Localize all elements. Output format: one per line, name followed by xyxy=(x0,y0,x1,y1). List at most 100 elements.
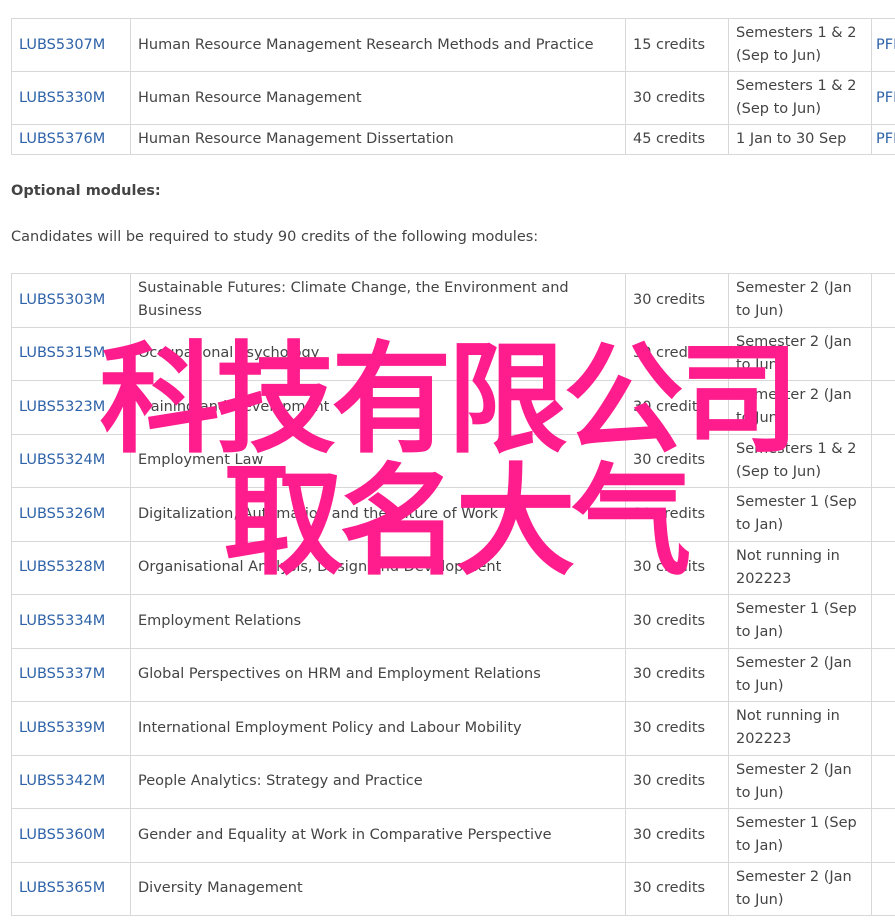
module-semester: Semester 2 (Jan to Jun) xyxy=(728,326,872,381)
module-code-cell: LUBS5376M xyxy=(11,124,131,155)
table-row: LUBS5326M Digitalization, Automation and … xyxy=(11,487,895,542)
module-code-link[interactable]: LUBS5328M xyxy=(19,559,105,575)
title-line: Sustainable Futures: Climate Change, the… xyxy=(138,280,569,297)
table-row: LUBS5376M Human Resource Management Disse… xyxy=(11,124,895,155)
module-title: Occupational Psychology xyxy=(130,326,626,381)
module-code-cell: LUBS5334M xyxy=(11,594,131,649)
module-title: International Employment Policy and Labo… xyxy=(130,701,626,756)
module-code-link[interactable]: LUBS5330M xyxy=(19,90,105,106)
table-row: LUBS5342M People Analytics: Strategy and … xyxy=(11,754,895,809)
module-code-link[interactable]: LUBS5342M xyxy=(19,773,105,789)
module-credits: 45 credits xyxy=(625,124,729,155)
module-credits: 30 credits xyxy=(625,808,729,863)
module-code-link[interactable]: LUBS5323M xyxy=(19,399,105,415)
module-code-link[interactable]: LUBS5337M xyxy=(19,666,105,682)
semester-line: 202223 xyxy=(736,570,792,587)
table-row: LUBS5323M Training and Development 30 cred… xyxy=(11,380,895,435)
table-row: LUBS5334M Employment Relations 30 credits S… xyxy=(11,594,895,649)
module-title: Digitalization, Automation and the Futur… xyxy=(130,487,626,542)
module-credits: 30 credits xyxy=(625,754,729,809)
title-line: Digitalization, Automation and the Futur… xyxy=(138,505,498,522)
table-row: LUBS5328M Organisational Analysis, Design… xyxy=(11,540,895,595)
pfp-cell xyxy=(871,808,895,863)
table-row: LUBS5360M Gender and Equality at Work in … xyxy=(11,808,895,863)
title-line: Training and Development xyxy=(138,398,330,415)
module-credits: 30 credits xyxy=(625,647,729,702)
table-row: LUBS5303M Sustainable Futures: Climate Ch… xyxy=(11,273,895,328)
semester-line: Not running in xyxy=(736,547,840,564)
module-code-link[interactable]: LUBS5303M xyxy=(19,292,105,308)
table-row: LUBS5339M International Employment Policy… xyxy=(11,701,895,756)
pfp-link[interactable]: PFP xyxy=(876,131,895,147)
semester-line: Semester 2 (Jan xyxy=(736,333,852,350)
pfp-cell xyxy=(871,433,895,488)
module-code-link[interactable]: LUBS5376M xyxy=(19,131,105,147)
module-code-link[interactable]: LUBS5334M xyxy=(19,613,105,629)
module-semester: Semester 2 (Jan to Jun) xyxy=(728,380,872,435)
module-semester: Semester 2 (Jan to Jun) xyxy=(728,647,872,702)
module-credits: 15 credits xyxy=(625,18,729,72)
pfp-cell xyxy=(871,594,895,649)
optional-modules-heading: Optional modules: xyxy=(11,183,161,199)
module-semester: 1 Jan to 30 Sep xyxy=(728,124,872,155)
title-line: Global Perspectives on HRM and Employmen… xyxy=(138,666,541,683)
table-row: LUBS5315M Occupational Psychology 30 credi… xyxy=(11,326,895,381)
title-line: Organisational Analysis, Design and Deve… xyxy=(138,559,502,576)
module-title: Training and Development xyxy=(130,380,626,435)
module-credits: 30 credits xyxy=(625,326,729,381)
table-row: LUBS5324M Employment Law 30 credits Semeste… xyxy=(11,433,895,488)
pfp-cell xyxy=(871,647,895,702)
module-semester: Not running in 202223 xyxy=(728,540,872,595)
table-row: LUBS5307M Human Resource Management Resea… xyxy=(11,18,895,72)
title-line: People Analytics: Strategy and Practice xyxy=(138,773,423,790)
module-title: Organisational Analysis, Design and Deve… xyxy=(130,540,626,595)
title-line: Occupational Psychology xyxy=(138,345,320,362)
semester-line: (Sep to Jun) xyxy=(736,101,822,117)
module-title: Employment Law xyxy=(130,433,626,488)
module-code-link[interactable]: LUBS5339M xyxy=(19,720,105,736)
pfp-cell xyxy=(871,540,895,595)
semester-line: to Jun) xyxy=(736,410,784,427)
semester-line: to Jun) xyxy=(736,677,784,694)
module-code-link[interactable]: LUBS5307M xyxy=(19,37,105,53)
pfp-cell xyxy=(871,326,895,381)
module-code-link[interactable]: LUBS5365M xyxy=(19,880,105,896)
pfp-link[interactable]: PFP xyxy=(876,90,895,106)
title-line: Employment Relations xyxy=(138,612,302,629)
semester-line: Semester 2 (Jan xyxy=(736,280,852,297)
table-row: LUBS5337M Global Perspectives on HRM and … xyxy=(11,647,895,702)
module-code-cell: LUBS5315M xyxy=(11,326,131,381)
semester-line: 202223 xyxy=(736,731,792,748)
module-semester: Semester 2 (Jan to Jun) xyxy=(728,861,872,916)
module-semester: Semester 1 (Sep to Jan) xyxy=(728,487,872,542)
semester-line: to Jun) xyxy=(736,784,784,801)
module-title: Human Resource Management Research Metho… xyxy=(130,18,626,72)
semester-line: Semester 2 (Jan xyxy=(736,654,852,671)
pfp-cell: PFP xyxy=(871,71,895,125)
module-code-cell: LUBS5307M xyxy=(11,18,131,72)
module-code-link[interactable]: LUBS5326M xyxy=(19,506,105,522)
semester-line: Not running in xyxy=(736,708,840,725)
module-semester: Semesters 1 & 2 (Sep to Jun) xyxy=(728,433,872,488)
module-code-cell: LUBS5326M xyxy=(11,487,131,542)
semester-line: 1 Jan to 30 Sep xyxy=(736,131,847,147)
semester-line: Semester 2 (Jan xyxy=(736,761,852,778)
title-line: Employment Law xyxy=(138,452,264,469)
semester-line: Semester 2 (Jan xyxy=(736,387,852,404)
module-title: Global Perspectives on HRM and Employmen… xyxy=(130,647,626,702)
pfp-link[interactable]: PFP xyxy=(876,37,895,53)
module-code-link[interactable]: LUBS5360M xyxy=(19,827,105,843)
module-code-cell: LUBS5330M xyxy=(11,71,131,125)
module-code-link[interactable]: LUBS5324M xyxy=(19,452,105,468)
module-title: Gender and Equality at Work in Comparati… xyxy=(130,808,626,863)
core-modules-table: LUBS5307M Human Resource Management Resea… xyxy=(11,18,895,155)
module-credits: 30 credits xyxy=(625,71,729,125)
pfp-cell xyxy=(871,754,895,809)
module-semester: Not running in 202223 xyxy=(728,701,872,756)
semester-line: to Jan) xyxy=(736,517,784,534)
pfp-cell xyxy=(871,701,895,756)
module-code-link[interactable]: LUBS5315M xyxy=(19,345,105,361)
pfp-cell xyxy=(871,273,895,328)
semester-line: Semester 2 (Jan xyxy=(736,868,852,885)
module-credits: 30 credits xyxy=(625,701,729,756)
